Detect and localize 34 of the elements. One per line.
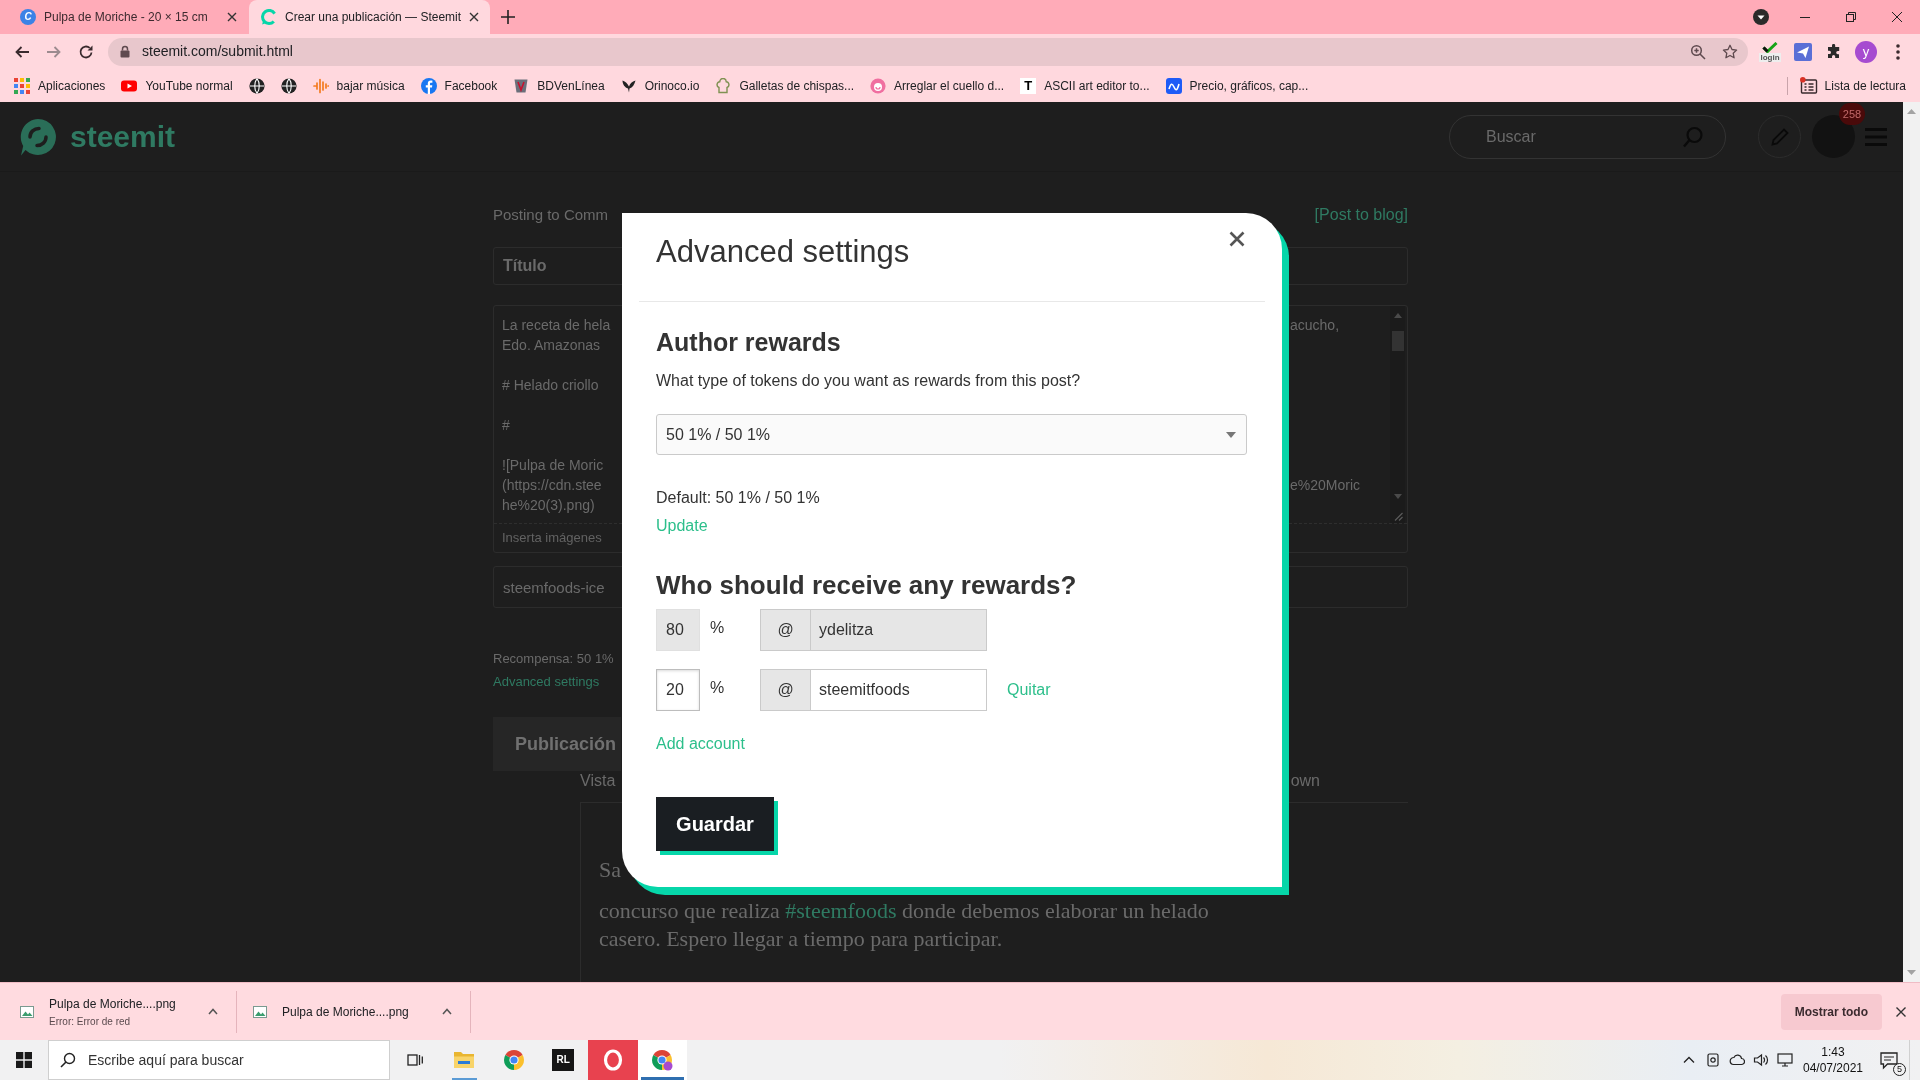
preview-text: Sa (599, 856, 621, 884)
letter-logo-icon: T (1020, 77, 1037, 94)
preview-label: Vista (580, 771, 616, 791)
dialog-title: Advanced settings (656, 233, 910, 270)
input-addon: @ (760, 609, 811, 651)
textarea-text: acucho, (1290, 316, 1340, 335)
notification-badge: 258 (1839, 103, 1865, 125)
textarea-text: # (502, 416, 510, 435)
preview-paragraph: concurso que realiza #steemfoods donde debemos elaborar un helado casero. Espero llegar a tiempo para participar. (599, 897, 1209, 953)
letter-app-icon: RL (552, 1049, 575, 1071)
input-addon: @ (760, 669, 811, 711)
textarea-text: La receta de hela (502, 316, 611, 335)
percent-sign: % (710, 678, 725, 698)
posting-target-text: Posting to Comm (493, 204, 609, 225)
download-filename: Pulpa de Moriche....png (282, 1003, 409, 1020)
textarea-hint: Inserta imágenes (502, 529, 602, 548)
download-status: Error: Error de red (49, 1014, 132, 1028)
notification-count-badge: 5 (1893, 1063, 1906, 1076)
default-reward-text: Default: 50 1% / 50 1% (656, 488, 820, 508)
question-text: What type of tokens do you want as rewards from this post? (656, 371, 1081, 391)
textarea-text: (https://cdn.stee (502, 476, 602, 495)
percent-sign: % (710, 618, 725, 638)
textarea-text: he%20(3).png) (502, 496, 595, 515)
reward-summary-text: Recompensa: 50 1% (493, 650, 614, 668)
section-heading: Author rewards (656, 327, 841, 357)
textarea-text: # Helado criollo (502, 376, 599, 395)
textarea-text: Edo. Amazonas (502, 336, 601, 355)
markdown-hint-text: own (1290, 771, 1320, 791)
section-heading: Who should receive any rewards? (656, 569, 1077, 601)
textarea-text: ![Pulpa de Moric (502, 456, 604, 475)
textarea-text: e%20Moric (1290, 476, 1361, 495)
url-text: steemit.com/submit.html (142, 42, 293, 61)
letter-logo-icon: C (20, 9, 36, 25)
download-filename: Pulpa de Moriche....png (49, 995, 176, 1012)
